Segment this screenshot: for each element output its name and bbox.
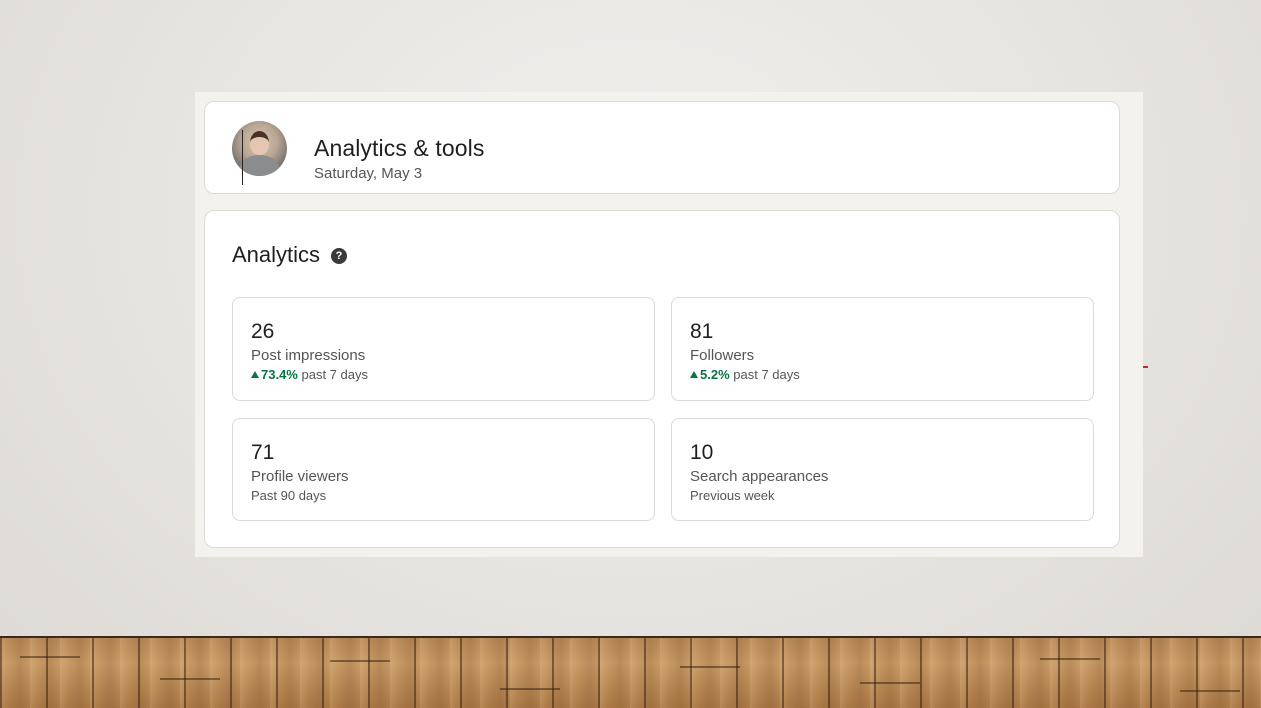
stat-trend-period: past 7 days [301,367,369,382]
plank-joint [330,660,390,662]
stat-trend-period: past 7 days [733,367,800,382]
stat-trend-row: 5.2% past 7 days [690,367,800,382]
stat-search-appearances[interactable]: 10 Search appearances Previous week [671,418,1094,521]
profile-avatar[interactable] [232,121,287,176]
analytics-slide: Analytics & tools Saturday, May 3 Analyt… [195,92,1143,557]
stat-value: 71 [251,441,275,464]
plank-joint [1180,690,1240,692]
stat-label: Followers [690,347,755,364]
avatar-head [250,131,269,155]
stat-label: Profile viewers [251,468,349,485]
stat-trend-value: 5.2% [700,367,730,382]
text-cursor [242,130,243,185]
analytics-heading: Analytics [232,242,321,267]
stat-trend-value: 73.4% [261,367,298,382]
stat-label: Search appearances [690,468,829,485]
stat-profile-viewers[interactable]: 71 Profile viewers Past 90 days [232,418,655,521]
plank-joint [860,682,920,684]
plank-joint [500,688,560,690]
presentation-stage: Analytics & tools Saturday, May 3 Analyt… [0,0,1261,708]
laser-pointer-mark [1143,366,1148,368]
page-date: Saturday, May 3 [314,165,423,182]
wood-floor [0,636,1261,708]
page-title: Analytics & tools [314,135,485,161]
trend-up-icon [251,371,259,378]
profile-header-card: Analytics & tools Saturday, May 3 [204,101,1120,194]
analytics-card: Analytics ? 26 Post impressions 73.4% pa… [204,210,1120,548]
question-circle-icon[interactable]: ? [331,248,347,264]
avatar-body [240,155,279,176]
stat-value: 81 [690,320,714,343]
plank-joint [160,678,220,680]
stat-period: Previous week [690,488,775,503]
stat-post-impressions[interactable]: 26 Post impressions 73.4% past 7 days [232,297,655,401]
plank-joint [680,666,740,668]
stat-trend-row: 73.4% past 7 days [251,367,368,382]
plank-joint [20,656,80,658]
stat-value: 26 [251,320,275,343]
stat-label: Post impressions [251,347,366,364]
stat-value: 10 [690,441,714,464]
plank-joint [1040,658,1100,660]
stat-period: Past 90 days [251,488,327,503]
trend-up-icon [690,371,698,378]
stat-followers[interactable]: 81 Followers 5.2% past 7 days [671,297,1094,401]
